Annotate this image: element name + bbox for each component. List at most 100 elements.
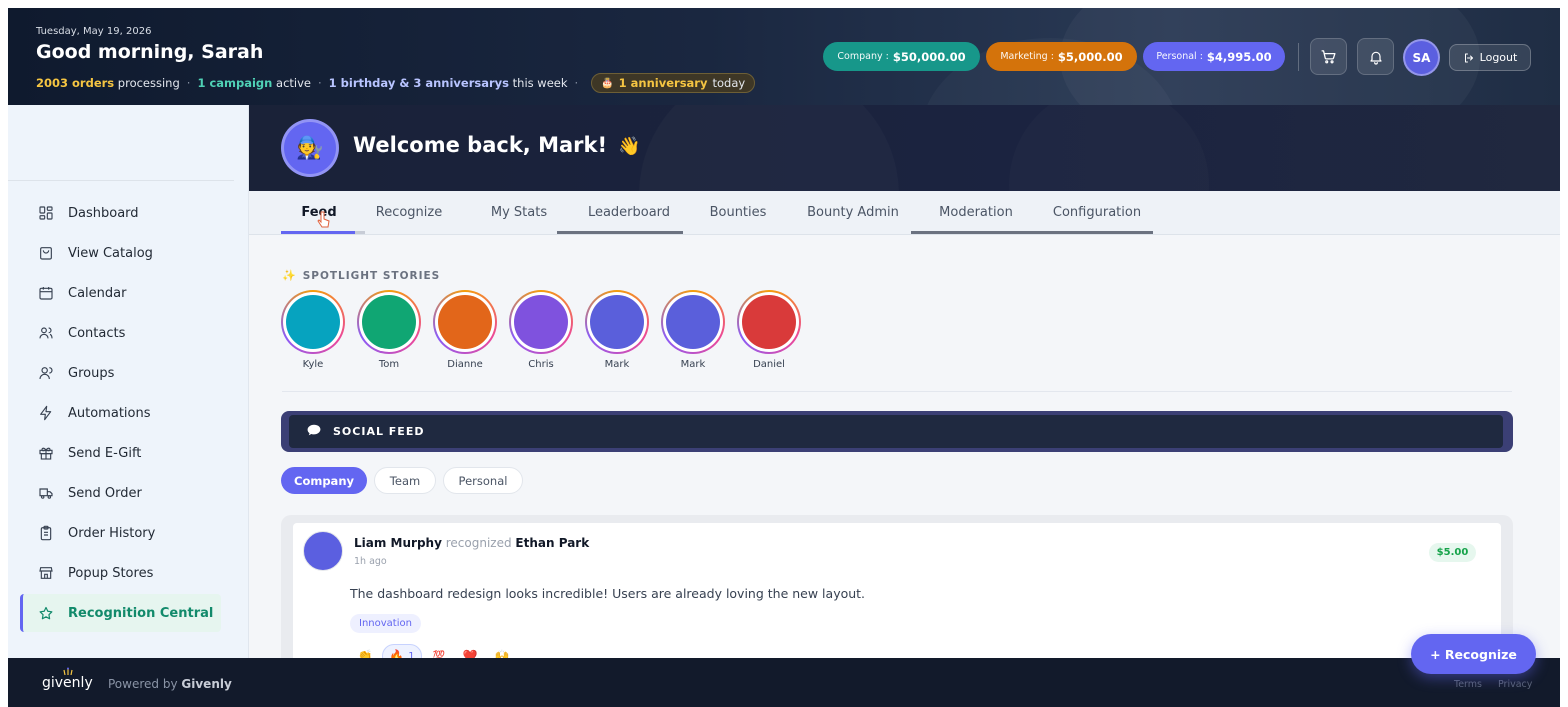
tab-bounty-admin[interactable]: Bounty Admin bbox=[793, 191, 913, 233]
gift-icon bbox=[39, 447, 53, 460]
social-feed-label: SOCIAL FEED bbox=[333, 425, 425, 438]
mark-avatar[interactable]: 🧑‍🔧 bbox=[281, 119, 339, 177]
current-date: Tuesday, May 19, 2026 bbox=[36, 26, 152, 37]
sidebar-item-label: Send Order bbox=[68, 485, 142, 501]
users-icon bbox=[39, 327, 53, 339]
filter-team[interactable]: Team bbox=[374, 467, 436, 494]
events-suffix: this week bbox=[512, 76, 568, 90]
tab-moderation[interactable]: Moderation bbox=[919, 191, 1033, 233]
sidebar-divider bbox=[8, 180, 234, 181]
sidebar-item-dashboard[interactable]: Dashboard bbox=[20, 194, 221, 232]
tab-recognize[interactable]: Recognize bbox=[365, 191, 453, 233]
tab-my-stats[interactable]: My Stats bbox=[465, 191, 573, 233]
feed-post-card[interactable]: Liam Murphy recognized Ethan Park 1h ago… bbox=[293, 523, 1501, 658]
post-verb: recognized bbox=[445, 536, 512, 550]
sidebar-item-label: Groups bbox=[68, 365, 115, 381]
orders-count: 2003 orders bbox=[36, 76, 115, 90]
tab-configuration[interactable]: Configuration bbox=[1035, 191, 1159, 233]
filter-personal[interactable]: Personal bbox=[443, 467, 523, 494]
campaign-count: 1 campaign bbox=[197, 76, 273, 90]
sidebar-item-view-catalog[interactable]: View Catalog bbox=[20, 234, 221, 272]
cart-icon bbox=[1321, 50, 1336, 64]
personal-budget-pill[interactable]: Personal : $4,995.00 bbox=[1143, 42, 1285, 71]
calendar-icon bbox=[39, 287, 53, 300]
tab-feed-underline bbox=[281, 231, 355, 234]
logout-icon bbox=[1464, 53, 1473, 62]
sidebar-item-order-history[interactable]: Order History bbox=[20, 514, 221, 552]
powered-by: Powered by Givenly bbox=[108, 677, 232, 691]
story-item[interactable]: Dianne bbox=[433, 290, 497, 370]
reaction-raised-hands-button[interactable]: 🙌 bbox=[490, 644, 514, 658]
logout-label: Logout bbox=[1479, 51, 1518, 64]
sidebar-item-calendar[interactable]: Calendar bbox=[20, 274, 221, 312]
value-tag[interactable]: Innovation bbox=[350, 614, 421, 633]
author-name[interactable]: Liam Murphy bbox=[354, 536, 442, 550]
sidebar-item-groups[interactable]: Groups bbox=[20, 354, 221, 392]
reaction-fire-button[interactable]: 🔥 1 bbox=[382, 644, 422, 658]
sidebar-item-label: Automations bbox=[68, 405, 151, 421]
speech-bubble-icon bbox=[307, 424, 321, 439]
spotlight-label: SPOTLIGHT STORIES bbox=[302, 269, 441, 282]
reaction-hundred-button[interactable]: 💯 bbox=[427, 644, 451, 659]
privacy-link[interactable]: Privacy bbox=[1498, 679, 1532, 690]
company-budget-pill[interactable]: Company : $50,000.00 bbox=[823, 42, 980, 71]
story-name: Mark bbox=[680, 359, 706, 370]
story-item[interactable]: Tom bbox=[357, 290, 421, 370]
terms-link[interactable]: Terms bbox=[1454, 679, 1482, 690]
amount-badge: $5.00 bbox=[1429, 543, 1476, 562]
reaction-clap-button[interactable]: 👏 bbox=[353, 644, 377, 658]
app-frame: Tuesday, May 19, 2026 Good morning, Sara… bbox=[8, 8, 1560, 707]
sidebar-item-contacts[interactable]: Contacts bbox=[20, 314, 221, 352]
anniversary-badge[interactable]: 🎂 1 anniversary today bbox=[591, 73, 756, 93]
campaign-suffix: active bbox=[276, 76, 311, 90]
cursor-icon bbox=[317, 211, 330, 228]
story-item[interactable]: Chris bbox=[509, 290, 573, 370]
cart-button[interactable] bbox=[1310, 38, 1347, 75]
personal-budget-label: Personal : bbox=[1156, 51, 1203, 62]
post-time: 1h ago bbox=[354, 556, 387, 567]
sidebar-item-send-order[interactable]: Send Order bbox=[20, 474, 221, 512]
tab-leaderboard[interactable]: Leaderboard bbox=[569, 191, 689, 233]
welcome-banner: 🧑‍🔧 Welcome back, Mark! 👋 bbox=[249, 105, 1560, 191]
wave-icon: 👋 bbox=[618, 136, 641, 157]
user-avatar[interactable]: SA bbox=[1403, 39, 1440, 76]
logout-button[interactable]: Logout bbox=[1449, 44, 1531, 71]
sidebar-item-popup-stores[interactable]: Popup Stores bbox=[20, 554, 221, 592]
bag-icon bbox=[40, 247, 52, 260]
company-budget-value: $50,000.00 bbox=[892, 49, 966, 64]
reaction-count: 1 bbox=[408, 650, 415, 659]
sidebar-item-send-e-gift[interactable]: Send E-Gift bbox=[20, 434, 221, 472]
sidebar-item-label: Popup Stores bbox=[68, 565, 154, 581]
sidebar-item-label: Calendar bbox=[68, 285, 127, 301]
sidebar-item-label: View Catalog bbox=[68, 245, 153, 261]
tab-bounties[interactable]: Bounties bbox=[693, 191, 783, 233]
status-summary: 2003 orders processing · 1 campaign acti… bbox=[36, 73, 756, 93]
marketing-budget-label: Marketing : bbox=[1000, 51, 1054, 62]
story-item[interactable]: Daniel bbox=[737, 290, 801, 370]
sidebar-item-automations[interactable]: Automations bbox=[20, 394, 221, 432]
sparkle-icon: ✨ bbox=[282, 269, 297, 282]
footer-logo[interactable]: givenly bbox=[42, 675, 93, 691]
sidebar-item-label: Recognition Central bbox=[68, 605, 214, 621]
story-name: Daniel bbox=[753, 359, 785, 370]
main-content: 🧑‍🔧 Welcome back, Mark! 👋 Feed Recognize… bbox=[249, 105, 1560, 658]
header-divider bbox=[1298, 43, 1299, 71]
recipient-name[interactable]: Ethan Park bbox=[515, 536, 589, 550]
anniversary-count: 1 anniversary bbox=[618, 76, 708, 90]
story-item[interactable]: Mark bbox=[661, 290, 725, 370]
recognize-fab-button[interactable]: + Recognize bbox=[1411, 634, 1536, 674]
truck-icon bbox=[39, 488, 53, 499]
story-name: Chris bbox=[528, 359, 554, 370]
filter-company[interactable]: Company bbox=[281, 467, 367, 494]
powered-prefix: Powered by bbox=[108, 677, 178, 691]
person-icon: 🧑‍🔧 bbox=[296, 135, 324, 161]
marketing-budget-pill[interactable]: Marketing : $5,000.00 bbox=[986, 42, 1137, 71]
notifications-button[interactable] bbox=[1357, 38, 1394, 75]
story-item[interactable]: Mark bbox=[585, 290, 649, 370]
sidebar-item-recognition-central[interactable]: Recognition Central bbox=[20, 594, 221, 632]
author-avatar[interactable] bbox=[303, 531, 343, 571]
anniversary-suffix: today bbox=[712, 76, 746, 90]
reaction-heart-button[interactable]: ❤️ bbox=[458, 644, 482, 658]
story-item[interactable]: Kyle bbox=[281, 290, 345, 370]
story-name: Kyle bbox=[302, 359, 324, 370]
